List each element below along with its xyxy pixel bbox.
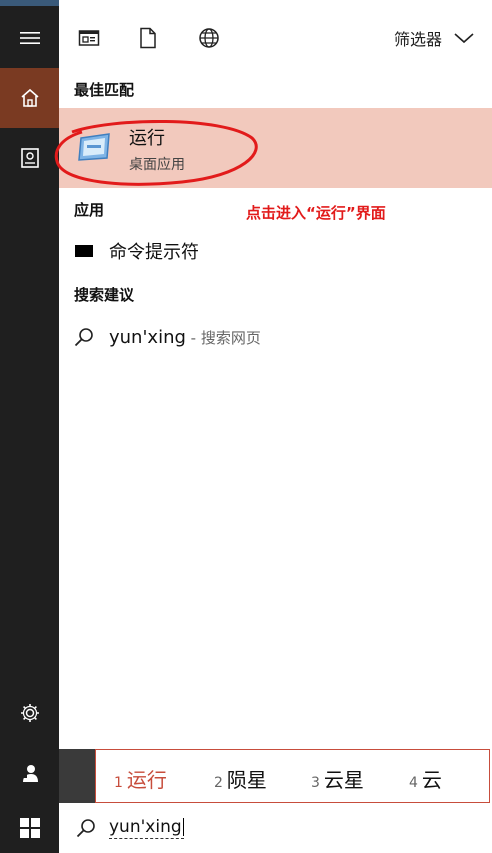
search-suggestion[interactable]: yun'xing - 搜索网页 — [59, 319, 492, 355]
search-input-value: yun'xing — [109, 817, 182, 837]
ime-candidate-number: 2 — [214, 775, 223, 791]
menu-icon — [19, 32, 40, 44]
suggestion-query: yun'xing — [109, 326, 186, 348]
filter-dropdown[interactable]: 筛选器 — [394, 26, 474, 50]
suggestions-heading: 搜索建议 — [74, 286, 135, 304]
globe-icon — [199, 28, 219, 48]
notebook-button[interactable] — [0, 128, 59, 188]
apps-icon — [78, 30, 100, 46]
ime-candidate-text: 云 — [421, 768, 442, 792]
ime-candidate[interactable]: 2 陨星 — [214, 764, 267, 793]
search-icon — [76, 819, 95, 838]
ime-candidate-number: 3 — [311, 775, 320, 791]
scope-documents-button[interactable] — [134, 24, 162, 52]
annotation-ellipse — [54, 120, 258, 186]
best-match-heading: 最佳匹配 — [74, 81, 135, 99]
menu-button[interactable] — [0, 8, 59, 68]
ime-candidate-text: 陨星 — [226, 768, 267, 792]
apps-heading: 应用 — [74, 201, 105, 219]
app-result-cmd[interactable]: 命令提示符 — [59, 233, 492, 269]
ime-candidate-number: 4 — [409, 775, 418, 791]
ime-candidate-text: 运行 — [126, 768, 167, 792]
windows-logo-icon — [19, 818, 40, 838]
search-input[interactable]: yun'xing — [109, 817, 184, 839]
scope-web-button[interactable] — [195, 24, 223, 52]
ime-candidate[interactable]: 3 云星 — [311, 764, 364, 793]
suggestion-suffix: - 搜索网页 — [185, 328, 261, 347]
search-icon — [74, 328, 93, 347]
text-caret — [182, 818, 184, 836]
annotation-text: 点击进入“运行”界面 — [246, 204, 386, 222]
left-rail — [0, 0, 59, 853]
document-icon — [140, 27, 156, 49]
user-icon — [20, 765, 38, 782]
ime-candidate[interactable]: 1 运行 — [114, 764, 167, 793]
notebook-icon — [20, 148, 39, 168]
settings-icon — [20, 704, 39, 722]
home-button[interactable] — [0, 68, 59, 128]
app-result-label: 命令提示符 — [109, 242, 199, 263]
start-search-panel: 筛选器 最佳匹配 运行 桌面应用 点击进入“运行”界面 应用 命令提示符 搜索建… — [54, 0, 492, 853]
ime-bar-left — [59, 749, 95, 803]
search-scope-toolbar: 筛选器 — [59, 0, 492, 68]
suggestion-text: yun'xing - 搜索网页 — [109, 327, 261, 348]
ime-candidate[interactable]: 4 云 — [409, 764, 442, 793]
command-prompt-icon — [75, 245, 93, 257]
scope-apps-button[interactable] — [75, 24, 103, 52]
taskbar: yun'xing — [0, 803, 492, 853]
chevron-down-icon — [454, 33, 474, 44]
taskbar-search-box[interactable]: yun'xing — [59, 803, 492, 853]
ime-candidate-bar: 1 运行 2 陨星 3 云星 4 云 — [95, 749, 490, 803]
user-button[interactable] — [0, 743, 59, 803]
home-icon — [20, 88, 39, 107]
ime-candidate-number: 1 — [114, 775, 123, 791]
filter-label: 筛选器 — [393, 30, 442, 49]
start-button[interactable] — [0, 803, 59, 853]
settings-button[interactable] — [0, 683, 59, 743]
ime-candidate-text: 云星 — [323, 768, 364, 792]
rail-top-strip — [0, 0, 59, 6]
